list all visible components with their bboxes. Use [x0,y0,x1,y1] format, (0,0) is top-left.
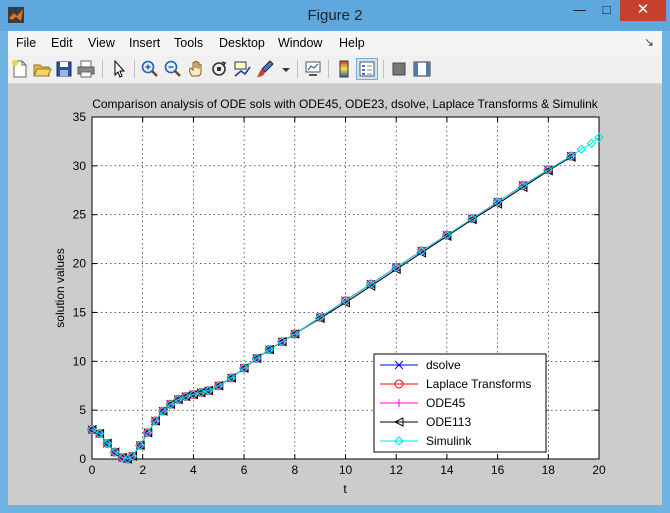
menu-window[interactable]: Window [278,36,322,50]
x-axis-label: t [343,482,347,496]
legend-label: dsolve [426,358,461,372]
y-tick-label: 10 [73,354,87,368]
pointer-icon[interactable] [109,59,129,79]
hide-plot-tools-icon[interactable] [389,59,409,79]
close-button[interactable]: ✕ [620,0,666,21]
toolbar-separator [134,60,135,78]
chart-title: Comparison analysis of ODE sols with ODE… [92,97,599,111]
save-icon[interactable] [54,59,74,79]
legend[interactable]: dsolve Laplace Transforms ODE45 ODE113 Simul… [373,353,547,453]
toolbar-separator [297,60,298,78]
open-file-icon[interactable] [32,59,52,79]
x-tick-label: 12 [390,463,404,477]
title-bar[interactable]: Figure 2 — □ ✕ [0,0,670,31]
colorbar-icon[interactable] [334,59,354,79]
x-tick-label: 6 [241,463,248,477]
y-tick-label: 0 [79,452,86,466]
menu-desktop[interactable]: Desktop [219,36,265,50]
x-tick-label: 16 [491,463,505,477]
zoom-in-icon[interactable] [140,59,160,79]
x-tick-label: 20 [592,463,606,477]
x-tick-label: 8 [291,463,298,477]
data-cursor-icon[interactable] [232,59,252,79]
toolbar-separator [383,60,384,78]
y-tick-label: 5 [79,403,86,417]
link-plot-icon[interactable] [303,59,323,79]
new-figure-icon[interactable] [10,59,30,79]
ode-comparison-chart[interactable]: 0 2 4 6 8 10 12 14 16 18 20 0 5 10 15 20 25 30 35 Comparis… [8,84,662,505]
legend-label: Simulink [426,434,472,448]
y-tick-label: 35 [73,110,87,124]
minimize-button[interactable]: — [566,0,593,21]
show-plot-tools-icon[interactable] [412,59,432,79]
y-axis-label: solution values [53,248,67,327]
x-tick-label: 18 [542,463,556,477]
x-tick-label: 2 [139,463,146,477]
x-tick-label: 4 [190,463,197,477]
y-tick-label: 30 [73,159,87,173]
menu-dock-arrow-icon[interactable]: ↘ [644,35,654,49]
menu-help[interactable]: Help [339,36,365,50]
pan-icon[interactable] [186,59,206,79]
brush-icon[interactable] [255,59,275,79]
menu-bar: File Edit View Insert Tools Desktop Wind… [8,31,662,55]
legend-icon[interactable] [356,58,378,80]
y-tick-label: 20 [73,257,87,271]
brush-dropdown-icon[interactable] [276,59,296,79]
figure-window: Figure 2 — □ ✕ File Edit View Insert Too… [0,0,670,513]
rotate-icon[interactable] [209,59,229,79]
menu-view[interactable]: View [88,36,115,50]
menu-file[interactable]: File [16,36,36,50]
toolbar [8,55,662,84]
legend-label: ODE113 [426,415,471,429]
maximize-button[interactable]: □ [593,0,620,21]
y-tick-label: 25 [73,208,87,222]
legend-label: Laplace Transforms [426,377,531,391]
print-icon[interactable] [76,59,96,79]
toolbar-separator [328,60,329,78]
toolbar-separator [102,60,103,78]
menu-edit[interactable]: Edit [51,36,73,50]
x-tick-label: 14 [440,463,454,477]
figure-canvas: 0 2 4 6 8 10 12 14 16 18 20 0 5 10 15 20 25 30 35 Comparis… [8,84,662,505]
x-tick-label: 10 [339,463,353,477]
zoom-out-icon[interactable] [163,59,183,79]
menu-insert[interactable]: Insert [129,36,160,50]
y-tick-label: 15 [73,305,87,319]
legend-label: ODE45 [426,396,466,410]
x-tick-label: 0 [89,463,96,477]
menu-tools[interactable]: Tools [174,36,203,50]
